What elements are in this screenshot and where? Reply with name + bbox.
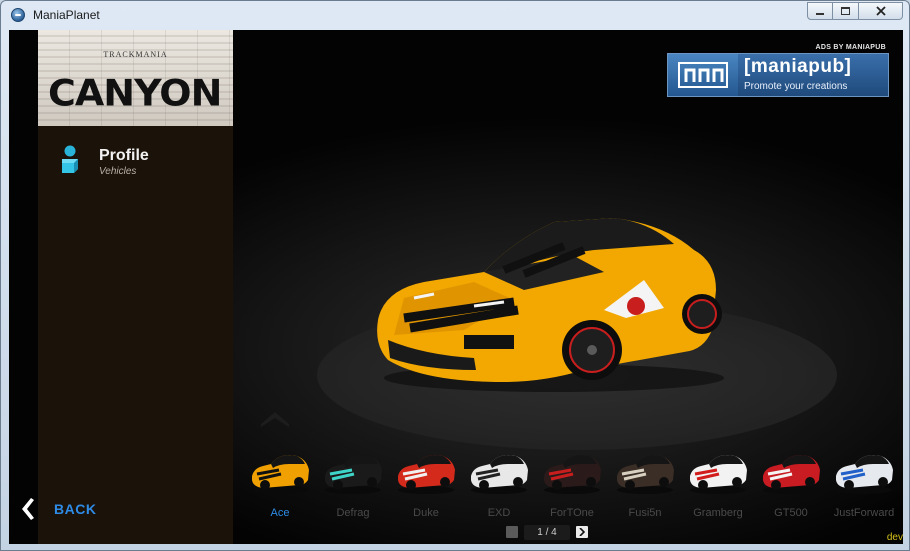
vehicle-name: ForTOne — [550, 507, 594, 519]
vehicle-carousel: Ace Defrag Duke EXD ForTOne Fusi5n Gramberg GT5… — [245, 450, 903, 522]
carousel-up-arrow-icon[interactable] — [259, 408, 291, 428]
vehicle-name: GT500 — [774, 507, 808, 519]
ad-text: [maniapub] Promote your creations — [738, 54, 888, 96]
vehicle-thumbnail — [836, 455, 893, 494]
profile-user-icon — [62, 145, 78, 173]
back-button[interactable]: BACK — [18, 496, 128, 522]
vehicle-thumbnail — [544, 455, 601, 494]
selected-car-preview[interactable] — [364, 210, 724, 400]
maniapub-logo-icon — [668, 54, 738, 96]
window-title: ManiaPlanet — [33, 8, 100, 22]
vehicle-item[interactable]: JustForward — [829, 450, 899, 522]
ad-tagline: Promote your creations — [744, 81, 848, 92]
dev-tag: dev — [886, 532, 903, 543]
maniapub-ad-banner[interactable]: [maniapub] Promote your creations — [667, 53, 889, 97]
vehicle-item[interactable]: Duke — [391, 450, 461, 522]
vehicle-item[interactable]: Ace — [245, 450, 315, 522]
title-bar[interactable]: ManiaPlanet — [1, 1, 909, 29]
vehicle-name: Defrag — [336, 507, 370, 519]
maniaplanet-app-icon — [11, 8, 25, 22]
minimize-icon — [816, 13, 824, 15]
vehicle-thumbnail — [398, 455, 455, 494]
pager-prev-button[interactable] — [506, 526, 518, 538]
game-viewport: TRACKMANIA CANYON Profile Vehicles BACK … — [9, 30, 903, 544]
vehicle-name: Duke — [413, 507, 439, 519]
vehicle-thumbnail — [325, 455, 382, 494]
close-icon — [875, 6, 886, 16]
vehicle-thumbnail — [471, 455, 528, 494]
vehicle-thumbnail — [617, 455, 674, 494]
profile-title: Profile — [99, 147, 149, 164]
app-window: ManiaPlanet TRACKMANIA CANYON Profile Ve… — [0, 0, 910, 551]
logo-trackmania-text: TRACKMANIA — [103, 50, 168, 59]
logo-canyon-text: CANYON — [48, 72, 222, 114]
window-controls — [807, 2, 903, 20]
vehicle-name: JustForward — [833, 507, 895, 519]
vehicle-name: Ace — [270, 507, 290, 519]
vehicle-item[interactable]: ForTOne — [537, 450, 607, 522]
profile-header: Profile Vehicles — [60, 145, 230, 181]
pager-next-button[interactable] — [576, 526, 588, 538]
pager-count: 1 / 4 — [524, 524, 570, 540]
vehicle-item[interactable]: GT500 — [756, 450, 826, 522]
maximize-icon — [841, 7, 850, 15]
maximize-button[interactable] — [833, 2, 859, 20]
vehicle-name: EXD — [487, 507, 511, 519]
back-arrow-icon — [22, 498, 34, 520]
vehicle-name: Gramberg — [693, 507, 743, 519]
vehicle-item[interactable]: Gramberg — [683, 450, 753, 522]
minimize-button[interactable] — [807, 2, 833, 20]
left-panel: TRACKMANIA CANYON Profile Vehicles — [38, 30, 233, 544]
chevron-right-icon — [579, 528, 585, 536]
profile-subtitle: Vehicles — [99, 166, 137, 177]
vehicle-name: Fusi5n — [628, 507, 662, 519]
vehicle-thumbnail — [763, 455, 820, 494]
carousel-pager: 1 / 4 — [506, 524, 588, 540]
vehicle-item[interactable]: Fusi5n — [610, 450, 680, 522]
vehicle-item[interactable]: EXD — [464, 450, 534, 522]
close-button[interactable] — [859, 2, 903, 20]
ad-caption: ADS BY MANIAPUB — [815, 44, 886, 51]
vehicle-item[interactable]: Defrag — [318, 450, 388, 522]
vehicle-thumbnail — [252, 455, 309, 494]
ad-brand: [maniapub] — [744, 56, 852, 77]
canyon-logo: TRACKMANIA CANYON — [38, 30, 233, 126]
vehicle-thumbnail — [690, 455, 747, 494]
back-label: BACK — [54, 501, 97, 517]
